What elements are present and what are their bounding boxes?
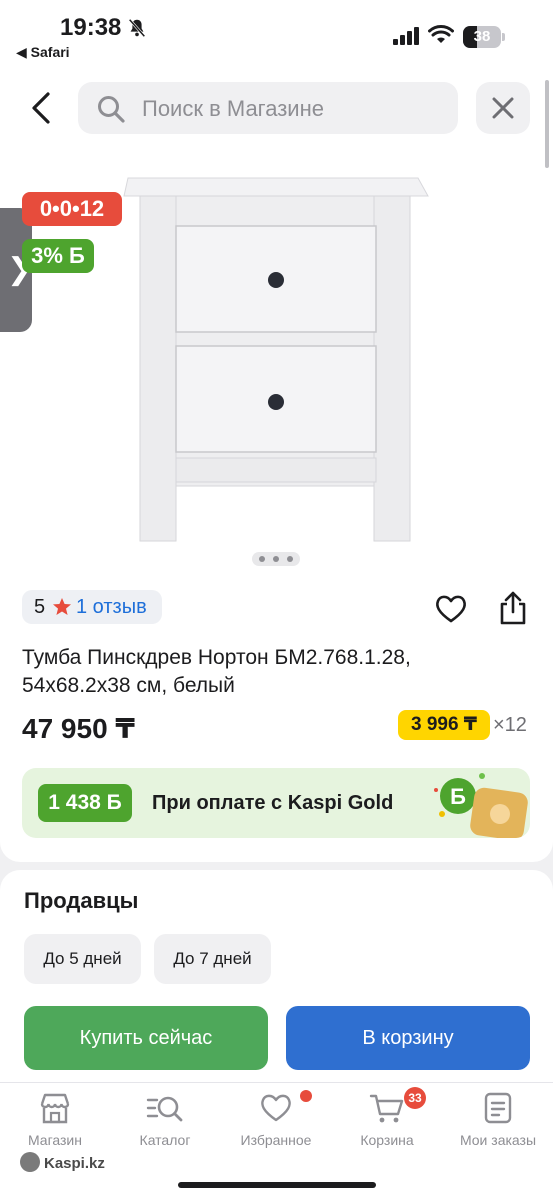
tab-orders[interactable]: Мои заказы [443,1092,553,1156]
search-input[interactable]: Поиск в Магазине [78,82,458,134]
tab-cart[interactable]: Корзина [332,1092,442,1156]
tab-label: Мои заказы [459,1132,537,1148]
orders-icon [484,1092,512,1124]
tab-label: Каталог [139,1132,191,1148]
product-image[interactable] [118,158,438,548]
scrollbar[interactable] [545,80,549,168]
status-bar: 19:38 ◀ Safari 38 [0,0,553,70]
heart-icon [261,1094,291,1122]
bonus-coin-illustration: Б [434,773,528,838]
filter-chip-5-days[interactable]: До 5 дней [24,934,141,984]
tab-store[interactable]: Магазин [0,1092,110,1156]
status-time: 19:38 [60,14,122,41]
tab-label: Избранное [240,1132,312,1148]
bonus-text: При оплате с Kaspi Gold [152,792,394,814]
installment-multiplier: ×12 [493,714,527,736]
watermark-text: Kaspi.kz [44,1155,105,1172]
product-title: Тумба Пинскдрев Нортон БМ2.768.1.28, 54х… [22,646,411,697]
share-icon[interactable] [496,590,530,626]
pager-dot [273,556,279,562]
tab-label: Магазин [27,1132,82,1148]
pager-dot [259,556,265,562]
add-to-cart-button[interactable]: В корзину [286,1006,530,1070]
installment-price[interactable]: 3 996 ₸ [398,710,490,740]
pager-dot [287,556,293,562]
tab-catalog[interactable]: Каталог [110,1092,220,1156]
search-placeholder: Поиск в Магазине [142,96,324,121]
rating-summary[interactable]: 5 1 отзыв [22,590,162,624]
svg-text:Б: Б [450,784,466,809]
bonus-amount: 1 438 Б [38,784,132,822]
kaspi-logo-icon [20,1152,40,1172]
rating-score: 5 [34,596,46,618]
cart-icon [369,1094,404,1123]
search-icon [98,96,125,123]
tab-label: Корзина [360,1132,414,1148]
close-icon [492,97,514,119]
signal-icon [393,27,419,45]
back-to-safari[interactable]: ◀ Safari [16,44,70,61]
tab-favorites[interactable]: Избранное [221,1092,331,1156]
sellers-title: Продавцы [24,888,139,913]
kaspi-gold-bonus-banner[interactable]: 1 438 Б При оплате с Kaspi Gold Б [22,768,530,838]
buy-now-button[interactable]: Купить сейчас [24,1006,268,1070]
kaspi-watermark: Kaspi.kz [20,1152,105,1172]
star-icon [53,598,71,615]
favorites-notification-dot [300,1090,312,1102]
bonus-percent-badge: 3% Б [22,239,94,273]
cart-count-badge: 33 [404,1087,426,1109]
reviews-link[interactable]: 1 отзыв [76,596,147,619]
bell-muted-icon [128,18,146,38]
back-arrow-icon[interactable] [24,90,58,126]
battery-icon: 38 [463,26,505,48]
store-icon [40,1093,70,1124]
product-price: 47 950 ₸ [22,713,135,744]
close-button[interactable] [476,82,530,134]
catalog-search-icon [146,1096,183,1122]
wifi-icon [428,25,454,43]
home-indicator[interactable] [178,1182,376,1188]
filter-chip-7-days[interactable]: До 7 дней [154,934,271,984]
gallery-pager[interactable] [252,552,300,566]
promo-timer-badge: 0•0•12 [22,192,122,226]
favorite-heart-icon[interactable] [434,592,468,626]
